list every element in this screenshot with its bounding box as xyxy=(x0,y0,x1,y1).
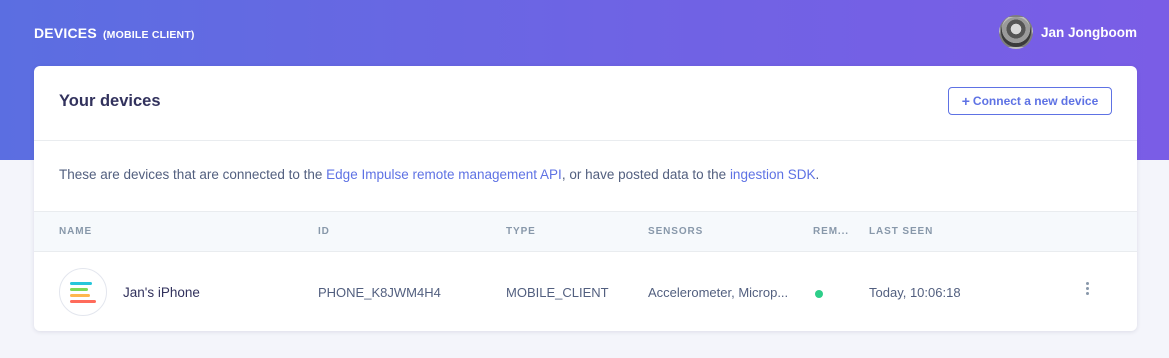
remote-status-indicator xyxy=(815,290,823,298)
column-header-sensors[interactable]: SENSORS xyxy=(648,226,703,237)
card-header: Your devices + Connect a new device xyxy=(34,66,1137,141)
column-header-remote[interactable]: REM... xyxy=(813,226,849,237)
device-id: PHONE_K8JWM4H4 xyxy=(318,285,441,300)
remote-management-api-link[interactable]: Edge Impulse remote management API xyxy=(326,167,562,182)
device-name[interactable]: Jan's iPhone xyxy=(123,285,200,300)
connect-device-button[interactable]: + Connect a new device xyxy=(948,87,1112,115)
devices-card: Your devices + Connect a new device Thes… xyxy=(34,66,1137,331)
description-text: . xyxy=(815,167,820,182)
table-header: NAME ID TYPE SENSORS REM... LAST SEEN xyxy=(34,211,1137,252)
page-title-text: DEVICES xyxy=(34,25,97,41)
user-name[interactable]: Jan Jongboom xyxy=(1041,25,1137,40)
column-header-id[interactable]: ID xyxy=(318,226,330,237)
card-title: Your devices xyxy=(59,92,161,110)
card-description: These are devices that are connected to … xyxy=(59,167,819,182)
table-row[interactable]: Jan's iPhone PHONE_K8JWM4H4 MOBILE_CLIEN… xyxy=(34,252,1137,331)
avatar[interactable] xyxy=(998,15,1033,49)
column-header-type[interactable]: TYPE xyxy=(506,226,536,237)
description-text: , or have posted data to the xyxy=(561,167,730,182)
plus-icon: + xyxy=(961,93,970,109)
device-logo-icon xyxy=(59,268,107,316)
user-menu[interactable]: Jan Jongboom xyxy=(998,15,1137,49)
column-header-last-seen[interactable]: LAST SEEN xyxy=(869,226,933,237)
more-vertical-icon[interactable] xyxy=(1083,282,1091,297)
device-type: MOBILE_CLIENT xyxy=(506,285,609,300)
ingestion-sdk-link[interactable]: ingestion SDK xyxy=(730,167,816,182)
device-sensors: Accelerometer, Microp... xyxy=(648,285,789,300)
device-last-seen: Today, 10:06:18 xyxy=(869,285,961,300)
page-title: DEVICES (MOBILE CLIENT) xyxy=(34,25,195,41)
description-text: These are devices that are connected to … xyxy=(59,167,327,182)
column-header-name[interactable]: NAME xyxy=(59,226,92,237)
connect-device-label: Connect a new device xyxy=(972,94,1099,108)
page-subtitle: (MOBILE CLIENT) xyxy=(102,29,195,41)
